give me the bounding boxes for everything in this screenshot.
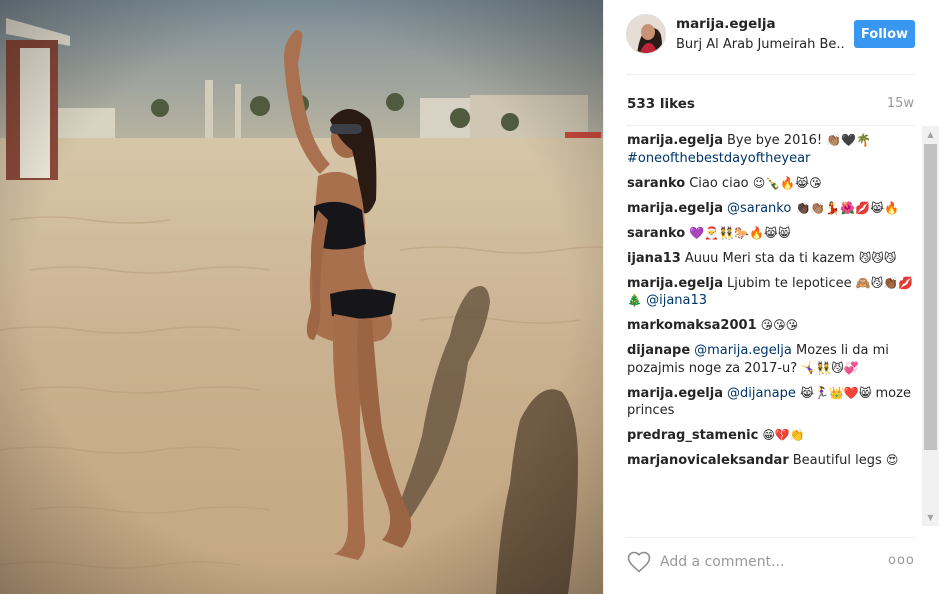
follow-button[interactable]: Follow (854, 20, 915, 48)
comment-emoji: 😼😼😼 (858, 250, 897, 265)
list-item: marjanovicaleksandar Beautiful legs 😍 (627, 452, 917, 470)
location[interactable]: Burj Al Arab Jumeirah Be.. (676, 37, 846, 52)
list-item: predrag_stamenic 😁💔👏 (627, 427, 917, 445)
likes-count[interactable]: 533 likes (627, 96, 695, 112)
comment-username[interactable]: marjanovicaleksandar (627, 453, 789, 468)
post-details-panel: marija.egelja Burj Al Arab Jumeirah Be..… (603, 0, 940, 594)
hashtag-link[interactable]: #oneofthebestdayoftheyear (627, 151, 810, 166)
comment-username[interactable]: saranko (627, 176, 685, 191)
post-photo[interactable] (0, 0, 603, 594)
comment-username[interactable]: ijana13 (627, 251, 681, 266)
comment-emoji: 🤸‍♀️👯😼💞 (801, 360, 859, 375)
username[interactable]: marija.egelja (676, 16, 776, 32)
comment-emoji: 😹🏃‍♀️👑❤️😸 (800, 385, 872, 400)
comment-emoji: 😍 (885, 453, 899, 467)
avatar[interactable] (626, 14, 666, 54)
list-item: marija.egelja @saranko 👏🏿👏🏽💃🌺💋😹🔥 (627, 200, 917, 218)
comment-username[interactable]: marija.egelja (627, 201, 723, 216)
header-divider (626, 74, 916, 75)
comment-emoji: 😁💔👏 (762, 428, 805, 442)
comment-text: Beautiful legs (792, 453, 886, 468)
comment-text: Auuu Meri sta da ti kazem (684, 250, 859, 266)
scrollbar-thumb[interactable] (924, 144, 937, 450)
list-item: marija.egelja @dijanape 😹🏃‍♀️👑❤️😸 moze pr… (627, 385, 917, 420)
list-item: markomaksa2001 😘😘😘 (627, 317, 917, 335)
mention-link[interactable]: @marija.egelja (694, 343, 792, 358)
beach-photo-illustration (0, 0, 603, 594)
comment-text: Ljubim te lepoticee (726, 275, 856, 291)
scroll-up-arrow-icon[interactable]: ▲ (922, 126, 939, 143)
comments-list: marija.egelja Bye bye 2016! 👏🏽🖤🌴 #oneofth… (627, 132, 917, 526)
comment-username[interactable]: saranko (627, 226, 685, 241)
comment-emoji: 😘😘😘 (760, 318, 799, 332)
list-item: ijana13 Auuu Meri sta da ti kazem 😼😼😼 (627, 250, 917, 268)
comment-username[interactable]: marija.egelja (627, 276, 723, 291)
comment-emoji: 💜🎅👯🐎🔥😹😸 (689, 225, 791, 240)
comment-username[interactable]: markomaksa2001 (627, 318, 757, 333)
list-item: saranko Ciao ciao 😉🍾🔥😹😘 (627, 175, 917, 193)
mention-link[interactable]: @dijanape (727, 386, 796, 401)
list-item: dijanape @marija.egelja Mozes li da mi po… (627, 342, 917, 377)
heart-outline-icon[interactable] (626, 550, 652, 574)
scroll-down-arrow-icon[interactable]: ▼ (922, 509, 939, 526)
mention-link[interactable]: @ijana13 (646, 293, 707, 308)
comment-emoji: 👏🏿👏🏽💃🌺💋😹🔥 (795, 200, 900, 215)
comment-emoji: 😉🍾🔥😹😘 (752, 175, 822, 190)
comment-username[interactable]: marija.egelja (627, 133, 723, 148)
mention-link[interactable]: @saranko (727, 201, 791, 216)
post-time[interactable]: 15w (887, 96, 914, 111)
comment-box-divider (626, 537, 916, 538)
add-comment-input[interactable] (660, 551, 870, 573)
comment-username[interactable]: predrag_stamenic (627, 428, 758, 443)
comment-username[interactable]: dijanape (627, 343, 690, 358)
list-item: marija.egelja Ljubim te lepoticee 🙈😼👏🏾💋🎄 … (627, 275, 917, 310)
post-header: marija.egelja Burj Al Arab Jumeirah Be..… (626, 14, 916, 60)
comments-scrollbar[interactable]: ▲ ▼ (922, 126, 939, 526)
list-item: marija.egelja Bye bye 2016! 👏🏽🖤🌴 #oneofth… (627, 132, 917, 167)
more-options-icon[interactable]: ooo (888, 553, 915, 568)
list-item: saranko 💜🎅👯🐎🔥😹😸 (627, 225, 917, 243)
comment-text: Bye bye 2016! (726, 133, 827, 148)
likes-divider (626, 125, 916, 126)
comment-text: Ciao ciao (689, 175, 753, 191)
comment-username[interactable]: marija.egelja (627, 386, 723, 401)
comment-emoji: 👏🏽🖤🌴 (826, 133, 872, 147)
avatar-image (627, 15, 665, 53)
